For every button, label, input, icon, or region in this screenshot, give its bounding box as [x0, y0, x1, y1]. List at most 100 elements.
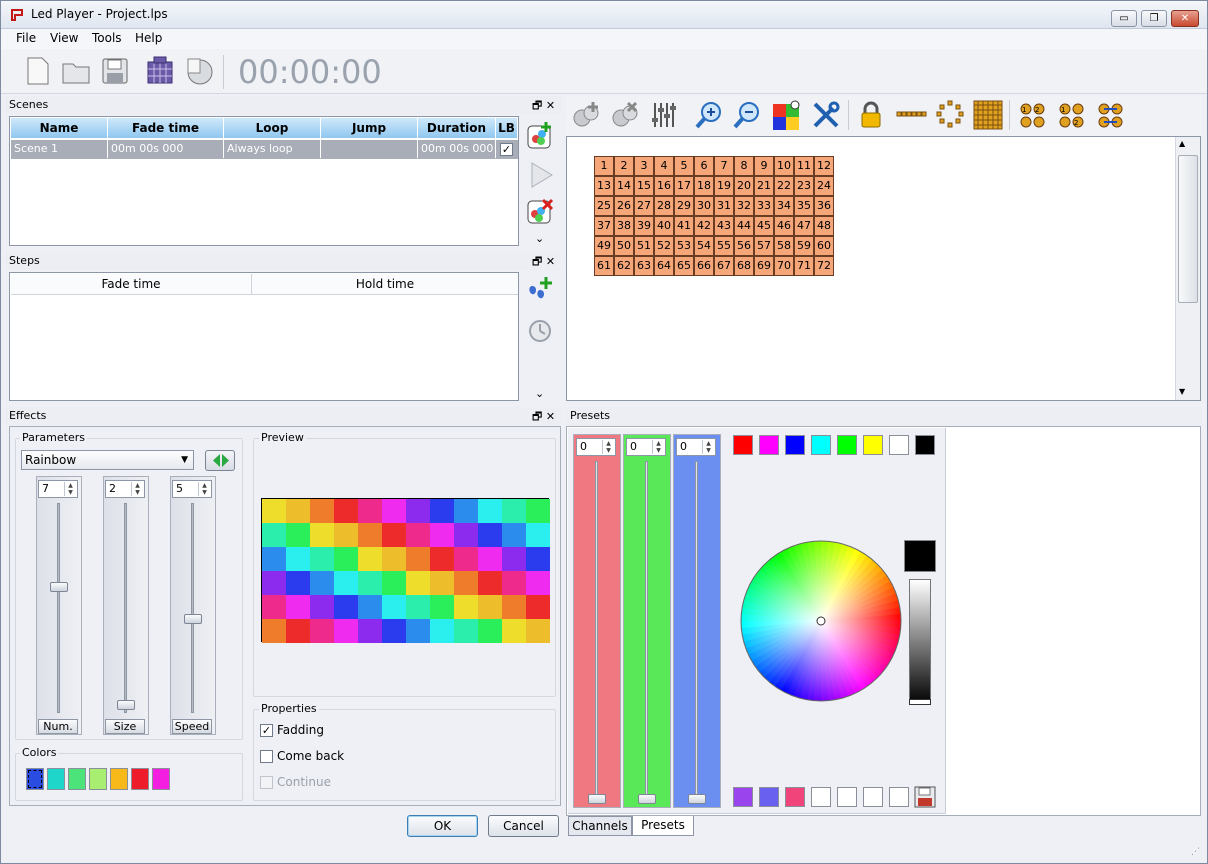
ok-button[interactable]: OK — [407, 815, 478, 837]
col-lb[interactable]: LB — [496, 118, 518, 138]
led-cell[interactable]: 51 — [634, 236, 654, 256]
tab-channels[interactable]: Channels — [568, 816, 632, 836]
color-wheel[interactable] — [740, 540, 902, 702]
led-cell[interactable]: 5 — [674, 156, 694, 176]
led-cell[interactable]: 67 — [714, 256, 734, 276]
circle-layout-icon[interactable] — [936, 100, 964, 128]
scenes-more-icon[interactable]: ⌄ — [535, 232, 544, 245]
slider-thumb[interactable] — [638, 794, 656, 804]
scrollbar-thumb[interactable] — [1178, 155, 1198, 303]
new-file-icon[interactable] — [23, 56, 53, 86]
spin-arrows-icon[interactable]: ▲ ▼ — [652, 440, 664, 454]
menu-help[interactable]: Help — [135, 31, 162, 45]
led-cell[interactable]: 36 — [814, 196, 834, 216]
wheel-selector[interactable] — [816, 616, 826, 626]
custom-preset-swatch[interactable] — [863, 787, 883, 807]
menu-view[interactable]: View — [50, 31, 78, 45]
line-layout-icon[interactable] — [896, 106, 928, 122]
led-cell[interactable]: 58 — [774, 236, 794, 256]
effect-color-swatch[interactable] — [68, 768, 86, 790]
param-spinbox[interactable]: 2 ▲ ▼ — [105, 480, 145, 498]
led-cell[interactable]: 6 — [694, 156, 714, 176]
led-cell[interactable]: 35 — [794, 196, 814, 216]
effect-color-swatch[interactable] — [47, 768, 65, 790]
param-spinbox[interactable]: 5 ▲ ▼ — [172, 480, 212, 498]
led-cell[interactable]: 19 — [714, 176, 734, 196]
float-icon[interactable]: 🗗 — [532, 410, 542, 423]
param-spinbox[interactable]: 7 ▲ ▼ — [38, 480, 78, 498]
lock-icon[interactable] — [858, 100, 884, 130]
led-cell[interactable]: 52 — [654, 236, 674, 256]
menu-file[interactable]: File — [16, 31, 36, 45]
led-cell[interactable]: 20 — [734, 176, 754, 196]
led-cell[interactable]: 61 — [594, 256, 614, 276]
close-button[interactable]: ✕ — [1171, 10, 1199, 27]
close-panel-icon[interactable]: ✕ — [546, 99, 555, 112]
property-checkbox[interactable] — [260, 776, 273, 789]
led-cell[interactable]: 14 — [614, 176, 634, 196]
led-cell[interactable]: 24 — [814, 176, 834, 196]
table-row[interactable]: Scene 1 00m 00s 000 Always loop 00m 00s … — [11, 140, 518, 159]
led-cell[interactable]: 22 — [774, 176, 794, 196]
led-cell[interactable]: 28 — [654, 196, 674, 216]
led-cell[interactable]: 8 — [734, 156, 754, 176]
spin-arrows-icon[interactable]: ▲ ▼ — [198, 482, 210, 496]
slider-thumb[interactable] — [50, 582, 68, 592]
slider-thumb[interactable] — [117, 699, 135, 710]
led-cell[interactable]: 1 — [594, 156, 614, 176]
add-scene-icon[interactable] — [526, 121, 554, 149]
preset-swatch[interactable] — [785, 435, 805, 455]
effect-color-swatch[interactable] — [152, 768, 170, 790]
led-cell[interactable]: 16 — [654, 176, 674, 196]
close-panel-icon[interactable]: ✕ — [546, 410, 555, 423]
cancel-button[interactable]: Cancel — [488, 815, 559, 837]
led-cell[interactable]: 26 — [614, 196, 634, 216]
led-cell[interactable]: 17 — [674, 176, 694, 196]
led-cell[interactable]: 34 — [774, 196, 794, 216]
led-cell[interactable]: 68 — [734, 256, 754, 276]
led-cell[interactable]: 29 — [674, 196, 694, 216]
preset-swatch[interactable] — [915, 435, 935, 455]
custom-preset-swatch[interactable] — [811, 787, 831, 807]
led-cell[interactable]: 63 — [634, 256, 654, 276]
custom-preset-swatch[interactable] — [785, 787, 805, 807]
effect-select[interactable]: Rainbow ▼ — [21, 450, 194, 470]
led-cell[interactable]: 12 — [814, 156, 834, 176]
delete-scene-icon[interactable] — [526, 198, 554, 226]
col-step-fade[interactable]: Fade time — [11, 274, 252, 295]
close-panel-icon[interactable]: ✕ — [546, 255, 555, 268]
led-cell[interactable]: 25 — [594, 196, 614, 216]
led-cell[interactable]: 32 — [734, 196, 754, 216]
slider-track[interactable] — [645, 461, 648, 799]
rgb-spinbox[interactable]: 0 ▲ ▼ — [676, 438, 716, 456]
slider-thumb[interactable] — [688, 794, 706, 804]
slider-thumb[interactable] — [588, 794, 606, 804]
slider-track[interactable] — [57, 503, 60, 713]
led-cell[interactable]: 45 — [754, 216, 774, 236]
order-rows-icon[interactable]: 12 — [1018, 100, 1048, 130]
led-cell[interactable]: 72 — [814, 256, 834, 276]
col-duration[interactable]: Duration — [418, 118, 496, 138]
led-cell[interactable]: 42 — [694, 216, 714, 236]
led-cell[interactable]: 54 — [694, 236, 714, 256]
maximize-button[interactable]: ❐ — [1141, 10, 1167, 27]
zoom-in-icon[interactable] — [694, 100, 724, 130]
scroll-down-icon[interactable]: ▼ — [1179, 387, 1185, 396]
float-icon[interactable]: 🗗 — [532, 99, 542, 112]
order-zigzag-icon[interactable] — [1096, 100, 1126, 130]
custom-preset-swatch[interactable] — [889, 787, 909, 807]
led-cell[interactable]: 10 — [774, 156, 794, 176]
led-cell[interactable]: 71 — [794, 256, 814, 276]
effect-color-swatch[interactable] — [131, 768, 149, 790]
led-cell[interactable]: 70 — [774, 256, 794, 276]
effect-direction-button[interactable] — [205, 450, 235, 471]
tab-presets[interactable]: Presets — [632, 816, 694, 836]
save-icon[interactable] — [100, 56, 130, 86]
led-cell[interactable]: 64 — [654, 256, 674, 276]
add-step-icon[interactable] — [526, 276, 554, 304]
custom-preset-swatch[interactable] — [837, 787, 857, 807]
led-cell[interactable]: 37 — [594, 216, 614, 236]
mixer-icon[interactable] — [650, 100, 680, 130]
led-cell[interactable]: 69 — [754, 256, 774, 276]
color-grid-icon[interactable] — [771, 100, 801, 130]
